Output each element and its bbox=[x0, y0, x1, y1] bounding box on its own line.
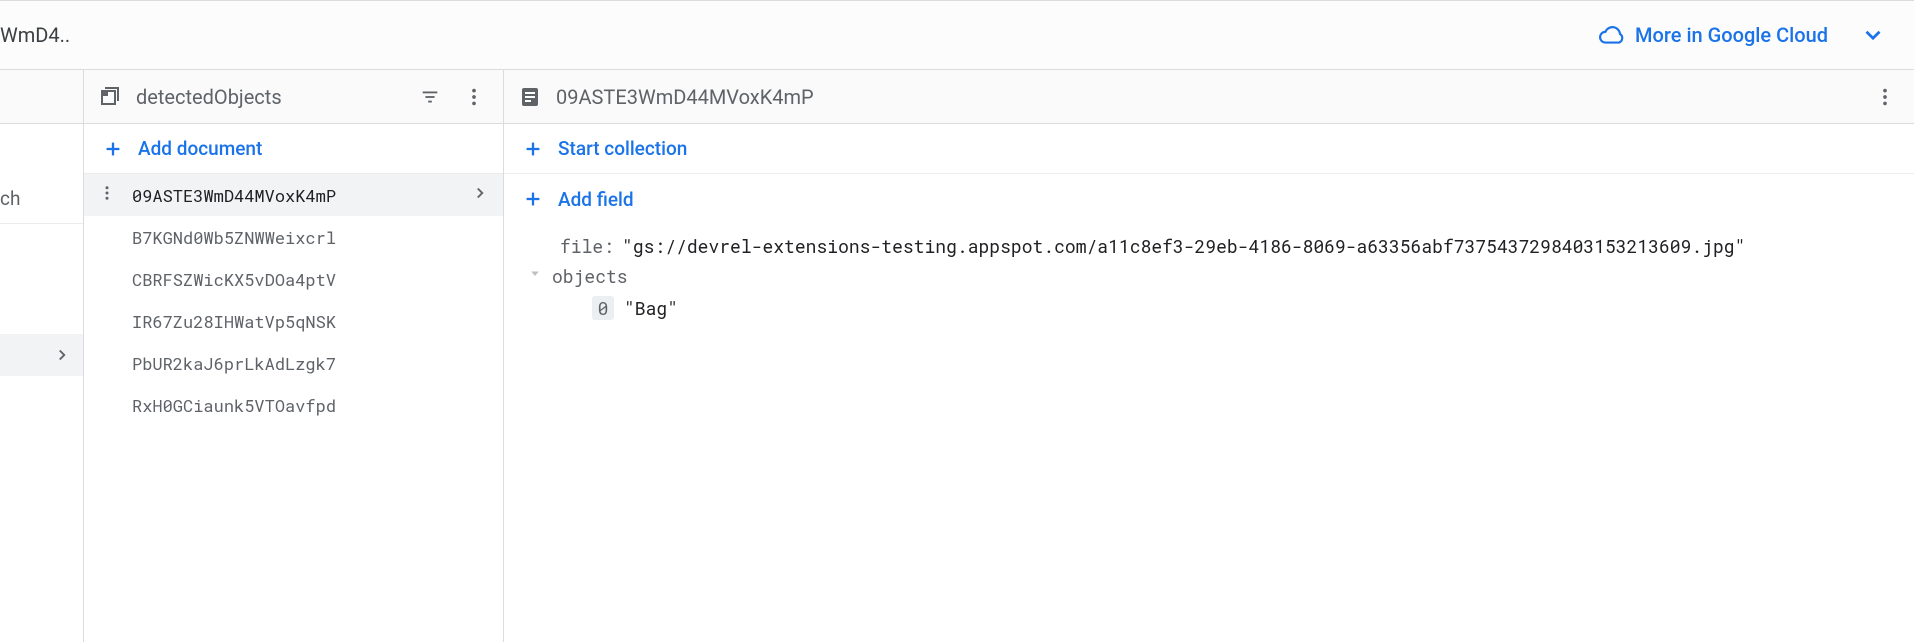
workspace: ch detectedObjects Add document 09ASTE3W… bbox=[0, 70, 1914, 642]
add-document-button[interactable]: Add document bbox=[84, 124, 503, 174]
root-peek-label: ch bbox=[0, 187, 20, 210]
root-pane-header bbox=[0, 70, 83, 124]
document-list-item[interactable]: IR67Zu28IHWatVp5qNSK bbox=[84, 300, 503, 342]
breadcrumb-bar: WmD4.. More in Google Cloud bbox=[0, 0, 1914, 70]
start-collection-label: Start collection bbox=[558, 137, 687, 160]
document-list: 09ASTE3WmD44MVoxK4mP B7KGNd0Wb5ZNWWeixcrl… bbox=[84, 174, 503, 426]
document-pane-header: 09ASTE3WmD44MVoxK4mP bbox=[504, 70, 1914, 124]
document-overflow-button[interactable] bbox=[1870, 82, 1900, 112]
filter-icon bbox=[419, 86, 441, 108]
document-id: CBRFSZWicKX5vDOa4ptV bbox=[132, 268, 489, 291]
root-selected-row[interactable] bbox=[0, 334, 83, 376]
field-value: "gs://devrel-extensions-testing.appspot.… bbox=[622, 234, 1745, 258]
add-field-button[interactable]: Add field bbox=[504, 174, 1914, 224]
chevron-down-icon bbox=[1860, 22, 1886, 48]
plus-icon bbox=[522, 138, 544, 160]
cloud-icon bbox=[1599, 22, 1625, 48]
root-pane: ch bbox=[0, 70, 84, 642]
document-list-item[interactable]: 09ASTE3WmD44MVoxK4mP bbox=[84, 174, 503, 216]
root-peek-row[interactable]: ch bbox=[0, 174, 83, 224]
document-id: RxH0GCiaunk5VTOavfpd bbox=[132, 394, 489, 417]
start-collection-button[interactable]: Start collection bbox=[504, 124, 1914, 174]
document-id: PbUR2kaJ6prLkAdLzgk7 bbox=[132, 352, 489, 375]
fields-area: file: "gs://devrel-extensions-testing.ap… bbox=[504, 224, 1914, 340]
document-list-item[interactable]: RxH0GCiaunk5VTOavfpd bbox=[84, 384, 503, 426]
collection-overflow-button[interactable] bbox=[459, 82, 489, 112]
root-action-row[interactable] bbox=[0, 124, 83, 174]
collection-pane-header: detectedObjects bbox=[84, 70, 503, 124]
document-id: B7KGNd0Wb5ZNWWeixcrl bbox=[132, 226, 489, 249]
add-field-label: Add field bbox=[558, 188, 634, 211]
plus-icon bbox=[102, 138, 124, 160]
document-list-item[interactable]: B7KGNd0Wb5ZNWWeixcrl bbox=[84, 216, 503, 258]
collection-title: detectedObjects bbox=[136, 85, 401, 109]
field-key: file: bbox=[560, 234, 614, 258]
chevron-right-icon bbox=[53, 346, 71, 364]
collection-pane: detectedObjects Add document 09ASTE3WmD4… bbox=[84, 70, 504, 642]
field-key: objects bbox=[552, 264, 628, 288]
document-title: 09ASTE3WmD44MVoxK4mP bbox=[556, 85, 1856, 109]
document-pane: 09ASTE3WmD44MVoxK4mP Start collection Ad… bbox=[504, 70, 1914, 642]
breadcrumb-tail: WmD4.. bbox=[0, 23, 70, 47]
document-item-menu[interactable] bbox=[98, 184, 122, 207]
more-in-cloud-link[interactable]: More in Google Cloud bbox=[1599, 22, 1886, 48]
kebab-icon bbox=[98, 184, 116, 202]
more-in-cloud-label: More in Google Cloud bbox=[1635, 23, 1828, 47]
add-document-label: Add document bbox=[138, 137, 262, 160]
chevron-right-icon bbox=[471, 184, 489, 207]
document-id: 09ASTE3WmD44MVoxK4mP bbox=[132, 184, 471, 207]
document-id: IR67Zu28IHWatVp5qNSK bbox=[132, 310, 489, 333]
kebab-icon bbox=[463, 86, 485, 108]
collapse-toggle[interactable] bbox=[526, 264, 544, 282]
array-value: "Bag" bbox=[624, 296, 678, 320]
collection-icon bbox=[98, 85, 122, 109]
plus-icon bbox=[522, 188, 544, 210]
field-row-file[interactable]: file: "gs://devrel-extensions-testing.ap… bbox=[526, 234, 1892, 258]
array-item[interactable]: 0 "Bag" bbox=[592, 296, 1892, 320]
filter-button[interactable] bbox=[415, 82, 445, 112]
document-icon bbox=[518, 85, 542, 109]
kebab-icon bbox=[1874, 86, 1896, 108]
triangle-down-icon bbox=[526, 264, 544, 282]
document-list-item[interactable]: CBRFSZWicKX5vDOa4ptV bbox=[84, 258, 503, 300]
array-index: 0 bbox=[592, 296, 614, 320]
field-row-objects[interactable]: objects bbox=[526, 264, 1892, 288]
document-list-item[interactable]: PbUR2kaJ6prLkAdLzgk7 bbox=[84, 342, 503, 384]
